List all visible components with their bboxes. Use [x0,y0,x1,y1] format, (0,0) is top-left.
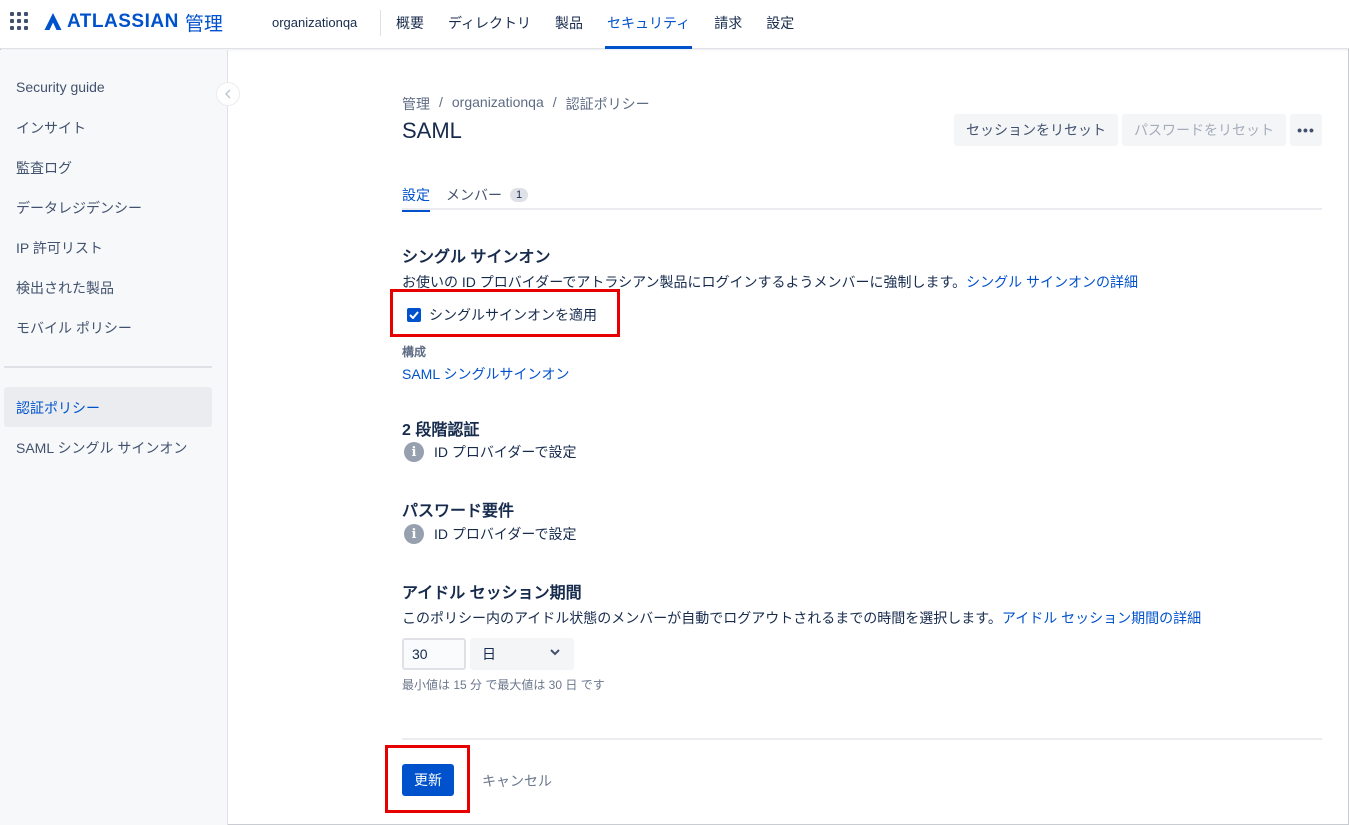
configuration-label: 構成 [402,345,427,359]
breadcrumb-separator: / [439,94,443,110]
sidebar-item-security-guide[interactable]: Security guide [4,68,212,108]
members-count-badge: 1 [510,188,529,202]
tab-members[interactable]: メンバー 1 [446,185,529,205]
sidebar-item-saml-sso[interactable]: SAML シングル サインオン [4,427,212,467]
nav-directory[interactable]: ディレクトリ [448,0,531,49]
app-switcher-icon[interactable] [10,12,28,30]
idle-duration-input[interactable] [402,638,466,670]
info-icon: i [404,442,424,462]
nav-overview[interactable]: 概要 [396,0,424,49]
password-section-title: パスワード要件 [402,503,515,520]
idle-description-text: このポリシー内のアイドル状態のメンバーが自動でログアウトされるまでの時間を選択し… [402,610,1002,626]
nav-products[interactable]: 製品 [555,0,583,49]
more-actions-button[interactable]: ••• [1290,114,1322,146]
sso-description-text: お使いの ID プロバイダーでアトラシアン製品にログインするようメンバーに強制し… [402,274,967,290]
atlassian-admin-logo[interactable]: ATLASSIAN 管理 [43,10,223,35]
sidebar-item-mobile-policy[interactable]: モバイル ポリシー [4,307,212,347]
atlassian-logo-icon [44,13,62,30]
idle-duration-hint: 最小値は 15 分 で最大値は 30 日 です [402,678,605,692]
idle-learn-more-link[interactable]: アイドル セッション期間の詳細 [1002,610,1201,626]
tab-members-label: メンバー [446,187,502,203]
enforce-sso-checkbox[interactable]: シングルサインオンを適用 [407,305,597,325]
reset-passwords-button[interactable]: パスワードをリセット [1122,114,1286,146]
cancel-button[interactable]: キャンセル [482,771,552,791]
two-step-info: i ID プロバイダーで設定 [404,442,577,462]
nav-settings[interactable]: 設定 [766,0,794,49]
saml-config-link[interactable]: SAML シングルサインオン [402,364,570,384]
sidebar-item-insights[interactable]: インサイト [4,107,212,147]
sso-section-title: シングル サインオン [402,249,551,266]
idle-unit-select[interactable]: 日 [470,638,574,670]
nav-security[interactable]: セキュリティ [605,0,693,49]
password-info: i ID プロバイダーで設定 [404,524,577,544]
chevron-down-icon [550,649,560,656]
idle-description: このポリシー内のアイドル状態のメンバーが自動でログアウトされるまでの時間を選択し… [402,608,1201,628]
nav-billing[interactable]: 請求 [714,0,742,49]
update-button[interactable]: 更新 [402,764,454,796]
breadcrumb: 管理 / organizationqa / 認証ポリシー [402,94,650,114]
sidebar-item-ip-allowlist[interactable]: IP 許可リスト [4,227,212,267]
chevron-left-icon [224,89,231,99]
sidebar-divider [4,366,212,368]
checkbox-checked-icon [407,308,421,322]
nav-divider [380,10,381,36]
password-info-text: ID プロバイダーで設定 [434,526,577,542]
main-nav: 概要 ディレクトリ 製品 セキュリティ 請求 設定 [396,0,818,49]
tab-settings[interactable]: 設定 [402,185,430,212]
sidebar-item-authentication-policies[interactable]: 認証ポリシー [4,387,212,427]
breadcrumb-admin[interactable]: 管理 [402,94,430,114]
sidebar-item-data-residency[interactable]: データレジデンシー [4,187,212,227]
sso-learn-more-link[interactable]: シングル サインオンの詳細 [966,274,1138,290]
two-step-section-title: 2 段階認証 [402,422,480,439]
two-step-info-text: ID プロバイダーで設定 [434,444,577,460]
info-icon: i [404,524,424,544]
sidebar: Security guide インサイト 監査ログ データレジデンシー IP 許… [0,50,228,825]
enforce-sso-label: シングルサインオンを適用 [429,307,597,323]
policy-tabs: 設定 メンバー 1 [402,182,1322,212]
breadcrumb-org[interactable]: organizationqa [452,94,544,114]
top-navigation: ATLASSIAN 管理 organizationqa 概要 ディレクトリ 製品… [0,0,1349,49]
org-switcher[interactable]: organizationqa [272,15,357,30]
reset-sessions-button[interactable]: セッションをリセット [954,114,1118,146]
logo-text: ATLASSIAN [67,11,179,32]
sidebar-item-discovered-products[interactable]: 検出された製品 [4,267,212,307]
idle-section-title: アイドル セッション期間 [402,585,582,602]
idle-unit-value: 日 [482,646,496,662]
footer-divider [402,738,1322,740]
breadcrumb-separator: / [552,94,557,110]
sidebar-item-audit-log[interactable]: 監査ログ [4,147,212,187]
collapse-sidebar-button[interactable] [216,82,240,106]
breadcrumb-auth-policies[interactable]: 認証ポリシー [566,94,650,114]
logo-suffix: 管理 [184,13,223,35]
page-title: SAML [402,118,462,143]
